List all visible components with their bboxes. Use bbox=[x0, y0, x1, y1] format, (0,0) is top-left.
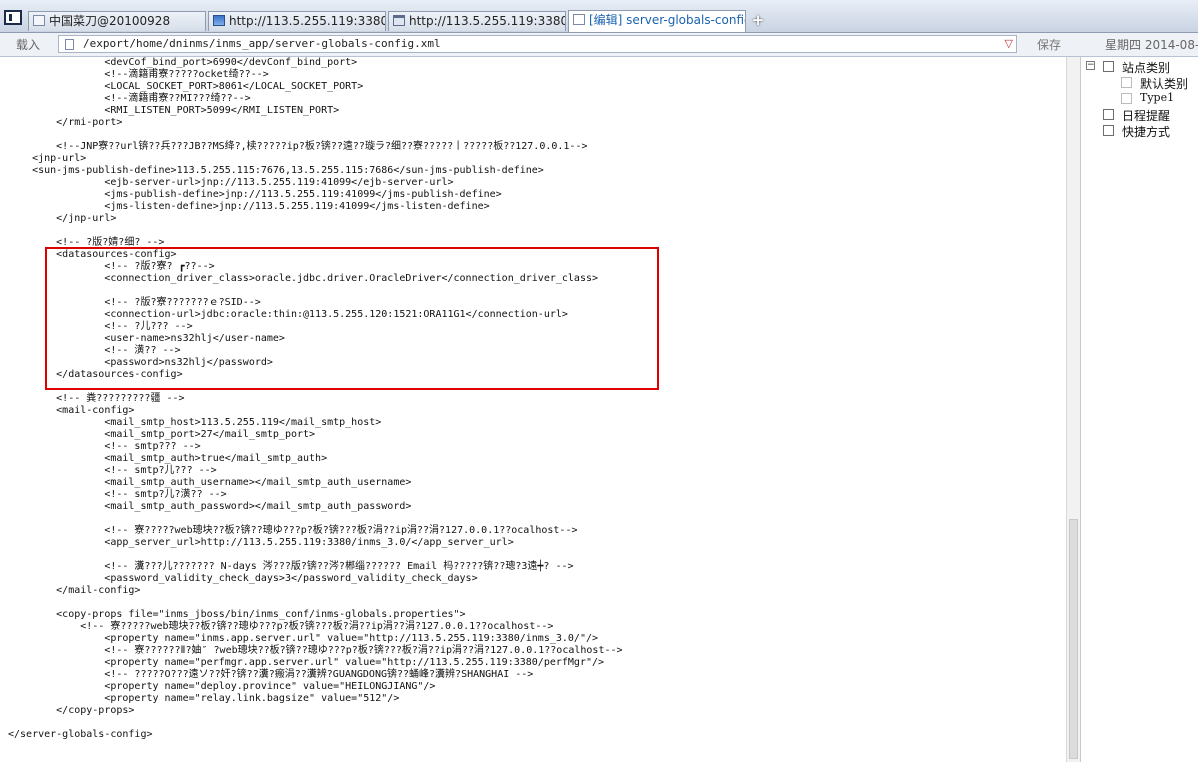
category-icon bbox=[1103, 61, 1114, 72]
category-icon bbox=[1121, 77, 1132, 88]
category-icon bbox=[1121, 93, 1132, 104]
code-line: <mail_smtp_host>113.5.255.119</mail_smtp… bbox=[8, 417, 382, 428]
folder-icon bbox=[393, 15, 405, 26]
code-line: <property name="perfmgr.app.server.url" … bbox=[8, 657, 605, 668]
code-line: <jnp-url> bbox=[8, 153, 87, 164]
code-line: <!-- 粪?????????疆 --> bbox=[8, 393, 185, 404]
code-line: <mail_smtp_auth_username></mail_smtp_aut… bbox=[8, 477, 412, 488]
code-line: <!--滴籍甫寮?????ocket绮??--> bbox=[8, 69, 269, 80]
file-path-text[interactable]: /export/home/dninms/inms_app/server-glob… bbox=[83, 37, 441, 50]
code-line: <!-- 寮?????web璁块??板?锛??璁ゆ???p?板?锛???板?涓?… bbox=[8, 621, 554, 632]
code-line: </jnp-url> bbox=[8, 213, 117, 224]
calendar-icon bbox=[1103, 109, 1114, 120]
tab-edit-file[interactable]: [编辑] server-globals-config.xml bbox=[568, 10, 746, 32]
code-line: <sun-jms-publish-define>113.5.255.115:76… bbox=[8, 165, 544, 176]
code-line: <password_validity_check_days>3</passwor… bbox=[8, 573, 478, 584]
code-line: <!-- smtp??? --> bbox=[8, 441, 201, 452]
vertical-scrollbar[interactable] bbox=[1066, 57, 1080, 762]
code-line: <ejb-server-url>jnp://113.5.255.119:4109… bbox=[8, 177, 454, 188]
code-line: <jms-publish-define>jnp://113.5.255.119:… bbox=[8, 189, 502, 200]
code-line: <jms-listen-define>jnp://113.5.255.119:4… bbox=[8, 201, 490, 212]
tab-home[interactable]: 中国菜刀@20100928 bbox=[28, 11, 206, 31]
page-icon bbox=[33, 15, 45, 26]
editor-toolbar: 载入 /export/home/dninms/inms_app/server-g… bbox=[0, 33, 1198, 57]
code-line: <property name="inms.app.server.url" val… bbox=[8, 633, 599, 644]
code-line: <!--滴籍甫寮??MI???绮??--> bbox=[8, 93, 251, 104]
edit-icon bbox=[573, 14, 585, 25]
code-line: <!--JNP寮??url锛??兵???JB??MS绛?,椟?????ip?板?… bbox=[8, 141, 588, 152]
code-line: </copy-props> bbox=[8, 705, 135, 716]
window-menu-icon[interactable] bbox=[4, 10, 22, 25]
code-line: <!-- ?????О???遠ソ??奸?锛??瀵?瘢涓??瀵辨?GUANGDON… bbox=[8, 669, 534, 680]
code-line: <app_server_url>http://113.5.255.119:338… bbox=[8, 537, 514, 548]
tab-url-2[interactable]: http://113.5.255.119:3380/s... bbox=[388, 11, 566, 31]
tab-label: 中国菜刀@20100928 bbox=[49, 14, 171, 28]
tab-label: http://113.5.255.119:3380/s... bbox=[409, 14, 565, 28]
code-line: <!-- smtp?儿??? --> bbox=[8, 465, 217, 476]
save-button[interactable]: 保存 bbox=[1037, 36, 1061, 53]
code-line: <mail_smtp_port>27</mail_smtp_port> bbox=[8, 429, 316, 440]
code-line: <mail_smtp_auth_password></mail_smtp_aut… bbox=[8, 501, 412, 512]
new-tab-button[interactable]: + bbox=[751, 12, 765, 28]
tree-item-label: 快捷方式 bbox=[1122, 125, 1171, 139]
tree-item-label: 站点类别 bbox=[1122, 61, 1171, 75]
file-path-input[interactable]: /export/home/dninms/inms_app/server-glob… bbox=[58, 35, 1017, 53]
collapse-toggle-icon[interactable]: − bbox=[1086, 61, 1095, 70]
code-line: <property name="deploy.province" value="… bbox=[8, 681, 436, 692]
code-line: <mail-config> bbox=[8, 405, 135, 416]
code-line: <RMI_LISTEN_PORT>5099</RMI_LISTEN_PORT> bbox=[8, 105, 340, 116]
tab-url-1[interactable]: http://113.5.255.119:3380/s... bbox=[208, 11, 386, 31]
tab-label: [编辑] server-globals-config.xml bbox=[589, 13, 745, 27]
globe-icon bbox=[213, 15, 225, 26]
side-panel: − 站点类别 默认类别 Type1 日程提醒 快捷方式 bbox=[1080, 57, 1198, 762]
code-line: <!-- smtp?儿?潢?? --> bbox=[8, 489, 227, 500]
code-line: <!-- 寮?????web璁块??板?锛??璁ゆ???p?板?锛???板?涓?… bbox=[8, 525, 578, 536]
highlight-box bbox=[45, 247, 659, 390]
code-line: <!-- 寮??????Ⅱ?妯″ ?web璁块??板?锛??璁ゆ???p?板?锛… bbox=[8, 645, 623, 656]
chevron-down-icon[interactable]: ▽ bbox=[1005, 37, 1013, 50]
tree-item-label: 默认类别 bbox=[1140, 77, 1189, 91]
tab-label: http://113.5.255.119:3380/s... bbox=[229, 14, 385, 28]
code-line: </mail-config> bbox=[8, 585, 141, 596]
code-line: <devCof_bind_port>6990</devConf_bind_por… bbox=[8, 57, 358, 68]
tree-item-label: 日程提醒 bbox=[1122, 109, 1171, 123]
code-line: <LOCAL_SOCKET_PORT>8061</LOCAL_SOCKET_PO… bbox=[8, 81, 364, 92]
tab-bar: 中国菜刀@20100928 http://113.5.255.119:3380/… bbox=[0, 0, 1198, 33]
code-line: <property name="relay.link.bagsize" valu… bbox=[8, 693, 400, 704]
code-line: <!-- 瀵???儿??????? N-days 涔???版?锛??涔?郴缁??… bbox=[8, 561, 574, 572]
file-icon bbox=[65, 39, 74, 50]
tree-item-label: Type1 bbox=[1140, 91, 1175, 104]
code-line: </server-globals-config> bbox=[8, 729, 153, 740]
date-display: 星期四 2014-08-28 bbox=[1105, 38, 1198, 52]
scrollbar-thumb[interactable] bbox=[1069, 519, 1078, 759]
load-button[interactable]: 载入 bbox=[16, 36, 40, 53]
code-line: </rmi-port> bbox=[8, 117, 123, 128]
file-content-editor[interactable]: <devCof_bind_port>6990</devConf_bind_por… bbox=[0, 57, 1066, 762]
shortcut-icon bbox=[1103, 125, 1114, 136]
code-line: <mail_smtp_auth>true</mail_smtp_auth> bbox=[8, 453, 328, 464]
code-line: <copy-props file="inms_jboss/bin/inms_co… bbox=[8, 609, 466, 620]
